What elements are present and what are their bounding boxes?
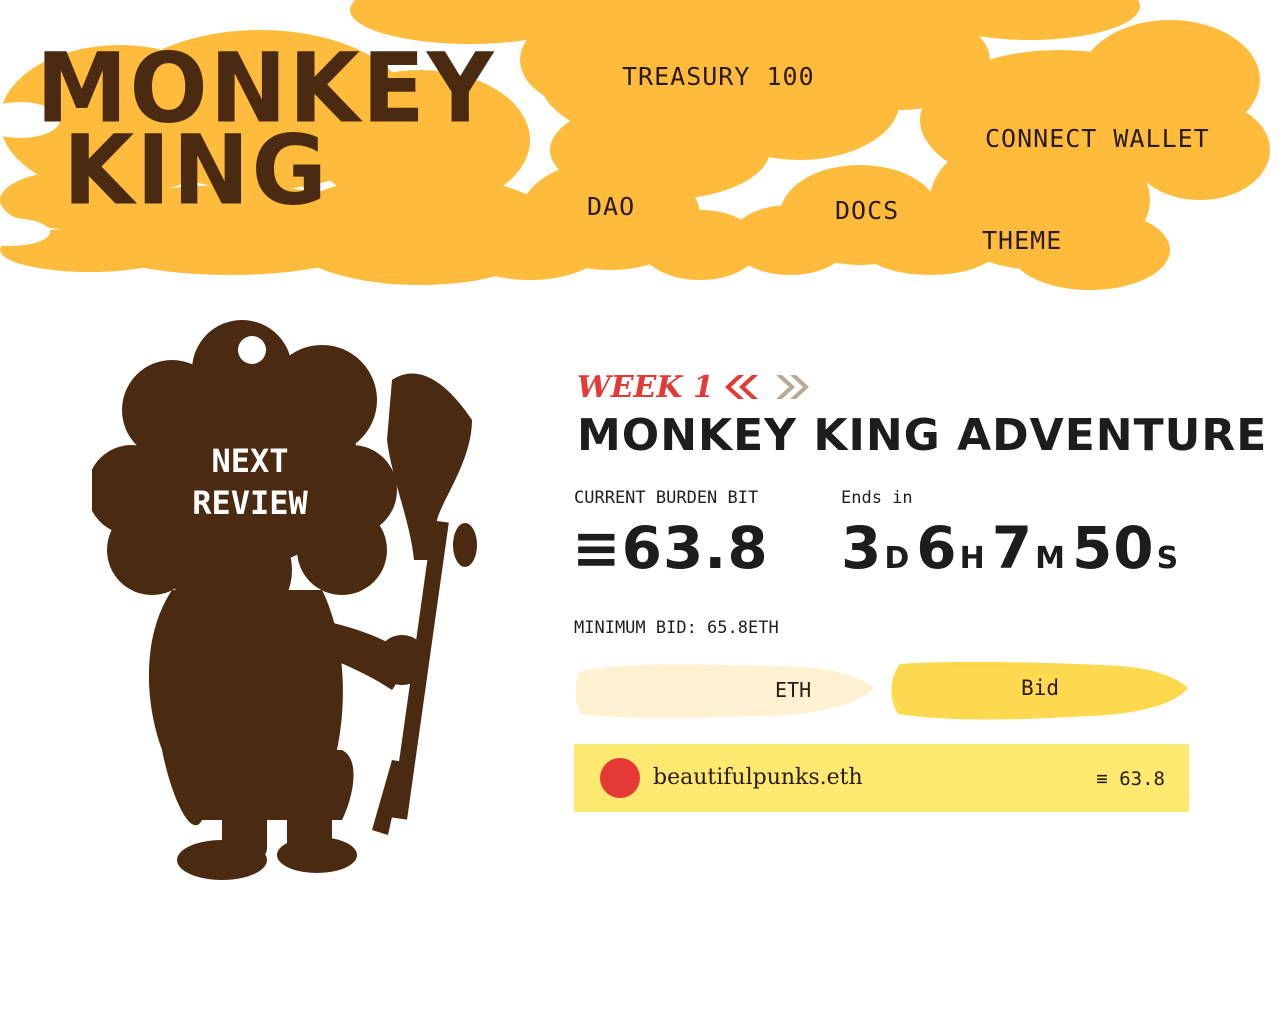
next-review-line-2: REVIEW <box>192 484 308 522</box>
next-review-button[interactable]: NEXT REVIEW <box>160 440 340 524</box>
current-bid-value: ≡63.8 <box>572 514 769 582</box>
monkey-king-logo[interactable]: MONKEY KING <box>36 40 494 218</box>
bid-amount-field[interactable]: ETH <box>575 658 875 722</box>
countdown-seconds: 50 <box>1071 514 1155 582</box>
bidder-avatar <box>600 758 640 798</box>
minimum-bid-label: MINIMUM BID: 65.8ETH <box>574 618 779 638</box>
nav-dao[interactable]: DAO <box>587 192 635 221</box>
week-label: WEEK 1 <box>577 370 714 405</box>
monkey-king-silhouette <box>92 320 477 880</box>
nav-docs[interactable]: DOCS <box>835 196 899 225</box>
countdown-hours-unit: H <box>959 541 986 576</box>
countdown: 3D 6H 7M 50S <box>841 514 1185 582</box>
nav-treasury[interactable]: TREASURY 100 <box>622 62 815 91</box>
countdown-minutes-unit: M <box>1035 541 1066 576</box>
bid-history-row[interactable]: beautifulpunks.eth ≡ 63.8 <box>574 744 1189 812</box>
ends-in-label: Ends in <box>841 488 913 508</box>
chevron-double-left-icon[interactable] <box>720 372 760 402</box>
bid-amount-input[interactable] <box>575 658 805 722</box>
countdown-hours: 6 <box>916 514 958 582</box>
bid-button-label: Bid <box>1021 676 1059 700</box>
nav-theme[interactable]: THEME <box>982 226 1062 255</box>
chevron-double-right-icon[interactable] <box>774 372 814 402</box>
countdown-days: 3 <box>841 514 883 582</box>
countdown-seconds-unit: S <box>1156 541 1180 576</box>
countdown-minutes: 7 <box>991 514 1034 582</box>
eth-suffix: ETH <box>775 678 812 702</box>
auction-title: MONKEY KING ADVENTURE <box>577 410 1268 461</box>
next-review-line-1: NEXT <box>211 442 289 480</box>
bid-amount: ≡ 63.8 <box>1096 768 1165 790</box>
bidder-name[interactable]: beautifulpunks.eth <box>653 765 863 790</box>
current-bid-label: CURRENT BURDEN BIT <box>574 488 759 508</box>
bid-button[interactable]: Bid <box>890 658 1190 722</box>
connect-wallet-button[interactable]: CONNECT WALLET <box>985 124 1210 153</box>
countdown-days-unit: D <box>884 541 911 576</box>
